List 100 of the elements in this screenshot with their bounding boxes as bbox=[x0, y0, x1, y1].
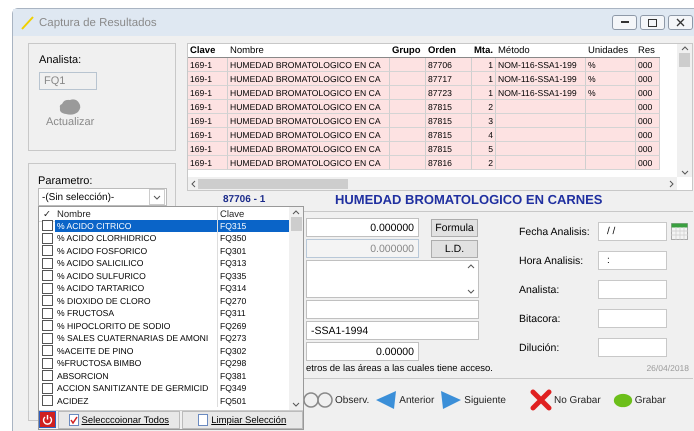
app-logo-icon bbox=[21, 16, 35, 30]
list-item[interactable]: % DIOXIDO DE CLORO bbox=[55, 294, 217, 307]
table-cell: 1 bbox=[472, 58, 496, 72]
checkbox[interactable] bbox=[42, 382, 52, 394]
table-cell: 87717 bbox=[426, 72, 472, 86]
table-cell bbox=[586, 142, 636, 156]
list-item[interactable]: % ACIDO CLORHIDRICO bbox=[55, 232, 217, 244]
checkbox[interactable] bbox=[42, 282, 52, 294]
table-cell: 87815 bbox=[426, 114, 472, 128]
table-cell: 000 bbox=[636, 128, 660, 142]
table-cell: HUMEDAD BROMATOLOGICO EN CA bbox=[228, 58, 390, 72]
chevron-up-icon[interactable] bbox=[680, 46, 688, 51]
list-item[interactable]: % SALES CUATERNARIAS DE AMONI bbox=[55, 332, 217, 344]
table-cell bbox=[586, 114, 636, 128]
input-field[interactable] bbox=[598, 280, 667, 299]
cloud-icon bbox=[58, 98, 82, 116]
table-cell: NOM-116-SSA1-199 bbox=[496, 58, 586, 72]
calendar-icon[interactable] bbox=[671, 223, 688, 240]
input-field[interactable]: / / bbox=[598, 222, 667, 241]
left-triangle-icon bbox=[375, 389, 398, 411]
table-cell bbox=[390, 100, 426, 114]
table-cell: 169-1 bbox=[188, 142, 228, 156]
observe-button[interactable]: Observ. bbox=[303, 391, 370, 409]
text-field[interactable] bbox=[306, 300, 479, 319]
chevron-up-icon[interactable] bbox=[467, 264, 475, 269]
checked-page-icon bbox=[68, 414, 78, 426]
table-cell: % bbox=[586, 58, 636, 72]
analysis-title: HUMEDAD BROMATOLOGICO EN CARNES bbox=[335, 192, 602, 206]
scrollbar-thumb[interactable] bbox=[679, 53, 690, 67]
horizontal-scrollbar[interactable] bbox=[188, 177, 677, 190]
chevron-up-icon[interactable] bbox=[292, 210, 300, 215]
checkbox[interactable] bbox=[42, 370, 52, 382]
checkbox[interactable] bbox=[42, 332, 52, 344]
list-item[interactable]: %FRUCTOSA BIMBO bbox=[55, 357, 217, 370]
previous-button[interactable]: Anterior bbox=[375, 389, 434, 411]
checkbox[interactable] bbox=[42, 270, 52, 282]
page-icon bbox=[198, 414, 208, 426]
table-cell: HUMEDAD BROMATOLOGICO EN CA bbox=[228, 156, 390, 170]
clear-selection-button[interactable]: Limpiar Selección bbox=[182, 411, 303, 429]
sample-code: 87706 - 1 bbox=[223, 194, 266, 204]
table-cell: 87815 bbox=[426, 142, 472, 156]
list-item[interactable]: ACCION SANITIZANTE DE GERMICID bbox=[55, 382, 217, 394]
table-cell: 000 bbox=[636, 72, 660, 86]
table-cell: 169-1 bbox=[188, 72, 228, 86]
list-item[interactable]: % ACIDO SALICILICO bbox=[55, 257, 217, 270]
chevron-right-icon[interactable] bbox=[669, 180, 674, 188]
select-all-button[interactable]: Selecccoionar Todos bbox=[58, 411, 180, 429]
number-field[interactable]: 0.000000 bbox=[306, 218, 419, 237]
field-label: Bitacora: bbox=[519, 312, 562, 324]
scrollbar-thumb[interactable] bbox=[290, 217, 302, 231]
list-item[interactable]: % ACIDO FOSFORICO bbox=[55, 244, 217, 257]
table-cell: HUMEDAD BROMATOLOGICO EN CA bbox=[228, 142, 390, 156]
list-item[interactable]: % HIPOCLORITO DE SODIO bbox=[55, 320, 217, 332]
list-item[interactable]: ACIDEZ bbox=[55, 394, 217, 407]
notes-field[interactable] bbox=[306, 260, 479, 298]
table-cell: HUMEDAD BROMATOLOGICO EN CA bbox=[228, 86, 390, 100]
number-field[interactable]: 0.00000 bbox=[306, 342, 419, 361]
minimize-button[interactable] bbox=[612, 15, 637, 30]
chevron-down-icon[interactable] bbox=[680, 170, 688, 175]
list-item[interactable]: % ACIDO TARTARICO bbox=[55, 282, 217, 294]
checkbox[interactable] bbox=[42, 245, 52, 256]
checkbox[interactable] bbox=[42, 258, 52, 269]
chevron-left-icon[interactable] bbox=[191, 180, 196, 188]
input-field[interactable]: : bbox=[598, 251, 667, 270]
chevron-down-icon[interactable] bbox=[467, 289, 475, 294]
checkbox[interactable] bbox=[42, 308, 52, 319]
checkbox[interactable] bbox=[42, 395, 52, 406]
list-item[interactable]: %ACEITE DE PINO bbox=[55, 344, 217, 357]
next-button[interactable]: Siguiente bbox=[440, 389, 506, 411]
chevron-down-icon[interactable] bbox=[292, 402, 300, 407]
power-button[interactable] bbox=[39, 411, 56, 428]
checkbox[interactable] bbox=[42, 220, 52, 232]
status-message: etros de las áreas a las cuales tiene acceso. bbox=[306, 363, 493, 374]
field-label: Fecha Analisis: bbox=[519, 226, 591, 238]
list-item[interactable]: % FRUCTOSA bbox=[55, 307, 217, 320]
vertical-scrollbar[interactable] bbox=[677, 44, 692, 177]
input-field[interactable] bbox=[598, 309, 667, 328]
checkbox[interactable] bbox=[42, 345, 52, 356]
close-button[interactable] bbox=[668, 15, 693, 30]
table-cell: 87815 bbox=[426, 100, 472, 114]
list-item[interactable]: % ACIDO CITRICO bbox=[55, 220, 217, 232]
checkbox[interactable] bbox=[42, 358, 52, 369]
checkbox[interactable] bbox=[42, 320, 52, 332]
save-button[interactable]: Grabar bbox=[612, 392, 666, 408]
input-field[interactable] bbox=[598, 338, 667, 357]
checkbox[interactable] bbox=[42, 295, 52, 306]
table-cell: 000 bbox=[636, 156, 660, 170]
list-item[interactable]: ABSORCION bbox=[55, 370, 217, 382]
action-button[interactable]: Formula bbox=[431, 218, 478, 236]
list-item[interactable]: % ACIDO SULFURICO bbox=[55, 270, 217, 282]
maximize-button[interactable] bbox=[640, 15, 665, 30]
parametro-dropdown[interactable]: -(Sin selección)- bbox=[38, 188, 167, 206]
vertical-scrollbar[interactable] bbox=[289, 207, 303, 410]
text-field[interactable]: -SSA1-1994 bbox=[306, 321, 479, 340]
close-icon bbox=[530, 389, 552, 411]
table-cell bbox=[390, 58, 426, 72]
list-item-code[interactable]: FQ315 bbox=[217, 220, 289, 232]
glasses-icon bbox=[303, 391, 333, 409]
cancel-button[interactable]: No Grabar bbox=[530, 389, 601, 411]
checkbox[interactable] bbox=[42, 232, 52, 244]
